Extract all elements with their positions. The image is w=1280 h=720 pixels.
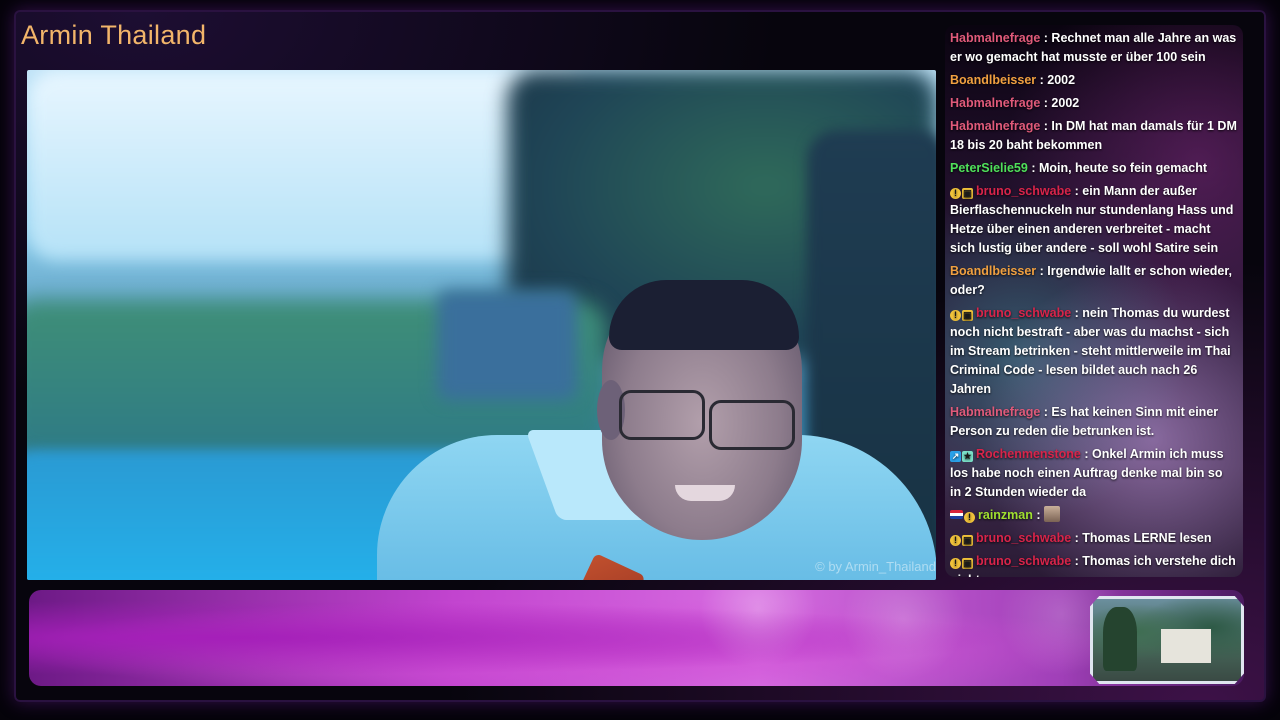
streamer-glasses-right — [709, 400, 795, 450]
chat-message: Habmalnefrage : In DM hat man damals für… — [950, 117, 1237, 155]
chat-separator: : — [1080, 447, 1092, 461]
preview-thumbnail — [1090, 596, 1244, 684]
chat-message: Boandlbeisser : Irgendwie lallt er schon… — [950, 262, 1237, 300]
chat-username[interactable]: Habmalnefrage — [950, 119, 1040, 133]
chat-text: 2002 — [1047, 73, 1076, 87]
preview-tree — [1103, 607, 1137, 671]
chat-username[interactable]: bruno_schwabe — [976, 531, 1071, 545]
camera-badge-icon[interactable]: ▣ — [962, 310, 973, 321]
face-emote-icon — [1044, 506, 1060, 522]
sub-badge-icon[interactable]: ★ — [962, 451, 973, 462]
chat-username[interactable]: Habmalnefrage — [950, 96, 1040, 110]
flag-badge-icon[interactable] — [950, 510, 963, 519]
chat-username[interactable]: Boandlbeisser — [950, 73, 1036, 87]
info-badge-icon[interactable]: ! — [950, 558, 961, 569]
chat-username[interactable]: bruno_schwabe — [976, 184, 1071, 198]
chat-separator: : — [1071, 554, 1083, 568]
chat-text: Thomas LERNE lesen — [1082, 531, 1212, 545]
chat-message: Habmalnefrage : 2002 — [950, 94, 1237, 113]
video-background-sky — [27, 70, 587, 260]
chat-message: ! ▣ bruno_schwabe : Thomas LERNE lesen — [950, 529, 1237, 548]
chat-separator: : — [1071, 531, 1083, 545]
pin-badge-icon[interactable]: ↗ — [950, 451, 961, 462]
info-badge-icon[interactable]: ! — [964, 512, 975, 523]
chat-message: ! ▣ bruno_schwabe : Thomas ich verstehe di… — [950, 552, 1237, 577]
chat-separator: : — [1071, 306, 1083, 320]
chat-message: ! ▣ bruno_schwabe : ein Mann der außer Bie… — [950, 182, 1237, 258]
streamer-hair — [609, 280, 799, 350]
chat-message: Habmalnefrage : Rechnet man alle Jahre a… — [950, 29, 1237, 67]
camera-badge-icon[interactable]: ▣ — [962, 535, 973, 546]
stream-title: Armin Thailand — [21, 20, 207, 50]
chat-message: PeterSielie59 : Moin, heute so fein gema… — [950, 159, 1237, 178]
chat-badges: ! ▣ — [950, 304, 974, 323]
chat-username[interactable]: rainzman — [978, 508, 1033, 522]
chat-separator: : — [1036, 73, 1048, 87]
chat-message: ↗ ★ Rochenmenstone : Onkel Armin ich muss … — [950, 445, 1237, 502]
chat-username[interactable]: bruno_schwabe — [976, 554, 1071, 568]
chat-message: ! ▣ bruno_schwabe : nein Thomas du wurdest… — [950, 304, 1237, 399]
chat-separator: : — [1040, 96, 1052, 110]
chat-username[interactable]: PeterSielie59 — [950, 161, 1028, 175]
chat-separator: : — [1027, 161, 1039, 175]
webcam-video: © by Armin_Thailand — [27, 70, 936, 580]
chat-badges: ! ▣ — [950, 529, 974, 548]
chat-separator: : — [1040, 31, 1052, 45]
chat-message: Habmalnefrage : Es hat keinen Sinn mit e… — [950, 403, 1237, 441]
chat-username[interactable]: Habmalnefrage — [950, 31, 1040, 45]
chat-badges: ! — [950, 506, 976, 525]
streamer-mouth — [675, 485, 735, 501]
chat-separator: : — [1071, 184, 1083, 198]
chat-separator: : — [1040, 405, 1052, 419]
chat-username[interactable]: Habmalnefrage — [950, 405, 1040, 419]
bottom-banner — [29, 590, 1244, 686]
video-watermark: © by Armin_Thailand — [815, 559, 936, 574]
camera-badge-icon[interactable]: ▣ — [962, 188, 973, 199]
chat-badges: ! ▣ — [950, 552, 974, 571]
chat-separator: : — [1036, 264, 1048, 278]
chat-username[interactable]: Rochenmenstone — [976, 447, 1081, 461]
chat-separator: : — [1032, 508, 1044, 522]
streamer-figure — [357, 260, 936, 580]
info-badge-icon[interactable]: ! — [950, 310, 961, 321]
chat-username[interactable]: Boandlbeisser — [950, 264, 1036, 278]
chat-username[interactable]: bruno_schwabe — [976, 306, 1071, 320]
chat-message: Boandlbeisser : 2002 — [950, 71, 1237, 90]
camera-badge-icon[interactable]: ▣ — [962, 558, 973, 569]
chat-separator: : — [1040, 119, 1052, 133]
chat-panel[interactable]: Habmalnefrage : Rechnet man alle Jahre a… — [945, 25, 1243, 577]
preview-house — [1161, 629, 1211, 663]
chat-message-list: Habmalnefrage : Rechnet man alle Jahre a… — [945, 25, 1243, 577]
chat-badges: ! ▣ — [950, 182, 974, 201]
streamer-glasses-left — [619, 390, 705, 440]
chat-badges: ↗ ★ — [950, 445, 974, 464]
info-badge-icon[interactable]: ! — [950, 188, 961, 199]
chat-message: ! rainzman : — [950, 506, 1237, 525]
chat-text: 2002 — [1051, 96, 1080, 110]
chat-text: Moin, heute so fein gemacht — [1038, 161, 1208, 175]
info-badge-icon[interactable]: ! — [950, 535, 961, 546]
